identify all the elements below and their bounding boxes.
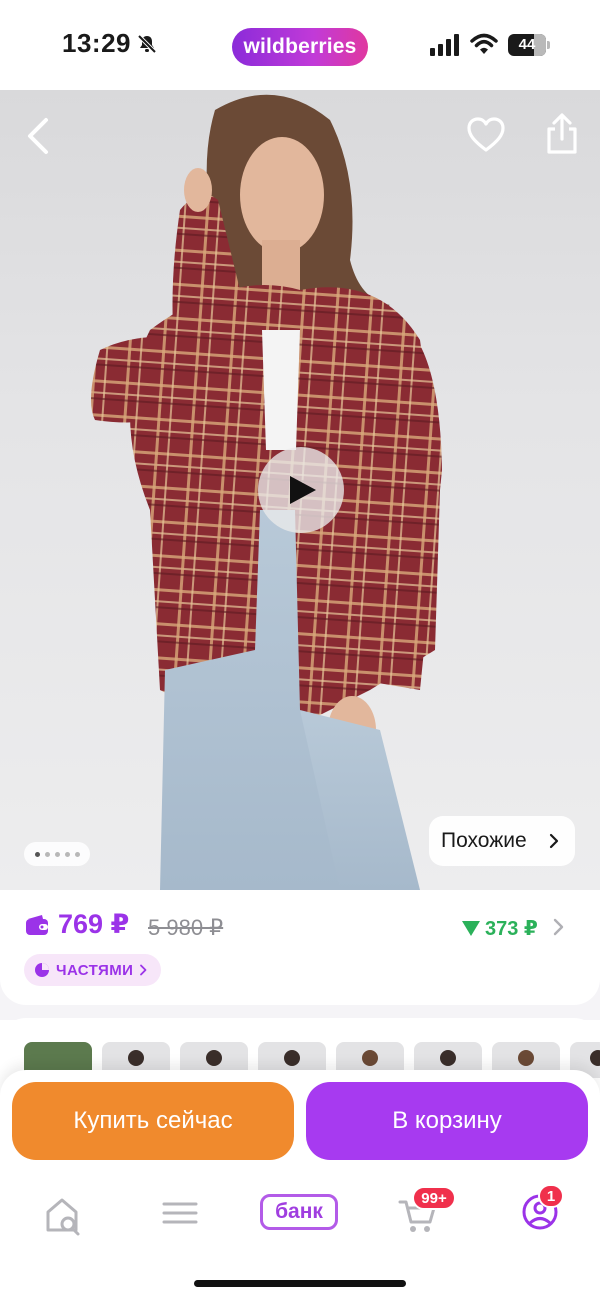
gallery-pagination [24,842,90,866]
chevron-right-icon [140,964,147,976]
wifi-icon [470,33,498,54]
status-bar: 13:29 wildberries 44 [0,0,600,90]
chevron-left-icon[interactable] [22,114,56,158]
cart-count-badge: 99+ [412,1186,456,1210]
price-drop-value: 373 ₽ [485,918,538,940]
color-variants-strip [0,1018,600,1078]
cellular-signal-icon [430,34,459,56]
buy-now-button[interactable]: Купить сейчас [12,1082,294,1160]
wallet-icon [26,915,48,935]
price-section: 769 ₽ 5 980 ₽ 373 ₽ ЧАСТЯМИ [0,890,600,1020]
battery-level: 44 [518,36,536,53]
pagination-dot [54,851,60,857]
pie-chart-icon [35,963,49,977]
installments-badge[interactable]: ЧАСТЯМИ [24,954,162,986]
similar-label: Похожие [441,829,527,852]
chevron-right-icon [549,833,559,849]
pagination-dot [64,851,70,857]
product-gallery[interactable]: Похожие [0,90,600,890]
home-indicator [194,1280,406,1287]
bank-tab[interactable]: банк [260,1194,338,1230]
cart-tab[interactable]: 99+ [392,1186,456,1240]
profile-notification-badge: 1 [538,1184,564,1208]
price-card: 769 ₽ 5 980 ₽ 373 ₽ ЧАСТЯМИ [0,890,600,1005]
menu-icon[interactable] [150,1190,210,1240]
old-price: 5 980 ₽ [148,915,224,940]
play-video-button[interactable] [258,447,344,533]
current-price: 769 ₽ [58,909,130,939]
price-drop[interactable]: 373 ₽ [462,916,538,941]
home-search-icon[interactable] [38,1190,98,1240]
add-to-cart-button[interactable]: В корзину [306,1082,588,1160]
bell-off-icon [137,34,157,54]
chevron-right-icon[interactable] [552,918,564,936]
pagination-dot [44,851,50,857]
purchase-action-bar: Купить сейчас В корзину [0,1070,600,1180]
status-time: 13:29 [62,28,131,58]
pagination-dot-active [34,851,40,857]
play-icon [290,476,316,504]
pagination-dot [74,851,80,857]
installments-label: ЧАСТЯМИ [56,961,134,979]
similar-products-button[interactable]: Похожие [429,816,575,866]
share-icon[interactable] [544,112,580,156]
arrow-down-icon [462,921,480,936]
profile-tab[interactable]: 1 [512,1184,572,1240]
battery-icon: 44 [508,34,550,56]
brand-logo: wildberries [232,28,368,66]
heart-icon[interactable] [466,116,506,154]
